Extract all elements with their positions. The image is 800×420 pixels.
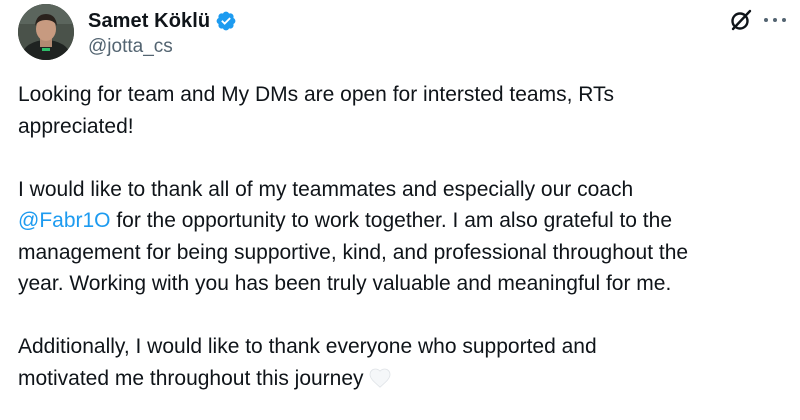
tweet-paragraph-1: Looking for team and My DMs are open for… [18,79,794,142]
author-handle[interactable]: @jotta_cs [88,36,173,58]
text-line: @Fabr1O for the opportunity to work toge… [18,205,794,237]
author-name-row: Samet Köklü [88,8,237,34]
verified-badge-icon [216,11,236,31]
text-line: I would like to thank all of my teammate… [18,177,634,201]
text-span: motivated me throughout this journey [18,366,364,390]
mention-link[interactable]: @Fabr1O [18,209,111,232]
text-line: management for being supportive, kind, a… [18,240,689,264]
text-span: for the opportunity to work together. I … [110,209,672,232]
tweet-card: Samet Köklü @jotta_cs Looking for team a… [0,0,800,420]
more-dot [773,18,777,22]
author-avatar[interactable] [18,4,74,60]
more-dot [782,18,786,22]
white-heart-emoji [369,368,390,388]
more-dot [764,18,768,22]
text-line: Looking for team and My DMs are open for… [18,83,615,106]
tweet-paragraph-2: I would like to thank all of my teammate… [18,174,794,300]
tweet-paragraph-3: Additionally, I would like to thank ever… [18,331,794,394]
tweet-text: Looking for team and My DMs are open for… [18,79,794,394]
more-options-icon[interactable] [764,9,786,31]
text-line: motivated me throughout this journey [18,363,794,395]
text-line: year. Working with you has been truly va… [18,272,672,295]
text-line: appreciated! [18,114,134,138]
author-display-name[interactable]: Samet Köklü [88,10,210,33]
avatar-image [18,4,74,60]
text-line: Additionally, I would like to thank ever… [18,335,597,358]
grok-icon[interactable] [728,7,754,33]
